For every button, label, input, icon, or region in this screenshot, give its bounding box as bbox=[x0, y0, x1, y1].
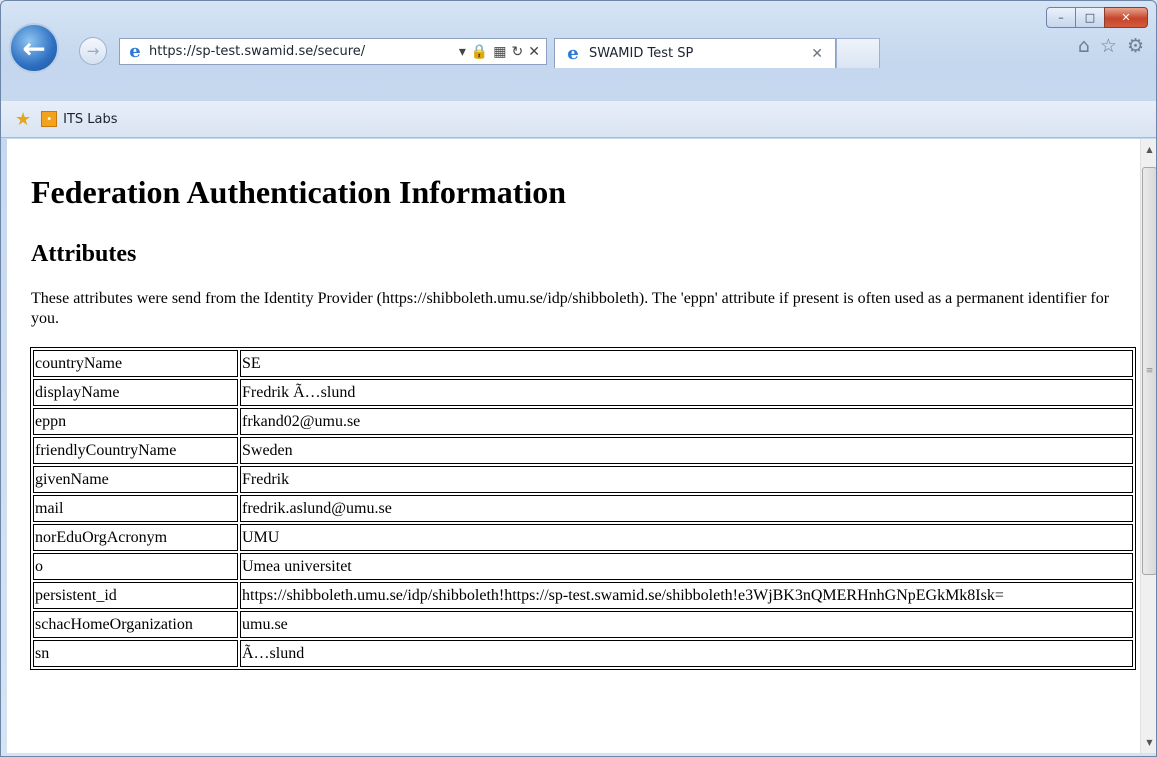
dropdown-arrow-icon[interactable]: ▾ bbox=[459, 44, 466, 60]
intro-text: These attributes were send from the Iden… bbox=[31, 290, 1110, 327]
star-icon[interactable]: ☆ bbox=[1100, 35, 1117, 57]
attribute-value: umu.se bbox=[240, 611, 1133, 638]
lock-icon[interactable]: 🔒 bbox=[471, 44, 488, 60]
vertical-scrollbar[interactable]: ▲ ≡ ▼ bbox=[1140, 139, 1156, 753]
attribute-value: fredrik.aslund@umu.se bbox=[240, 495, 1133, 522]
browser-window: – □ ✕ ← → e https://sp-test.swamid.se/se… bbox=[0, 0, 1157, 757]
attribute-name: mail bbox=[33, 495, 238, 522]
attribute-value: UMU bbox=[240, 524, 1133, 551]
tab-active[interactable]: e SWAMID Test SP ✕ bbox=[554, 38, 836, 68]
table-row: o Umea universitet bbox=[33, 553, 1133, 580]
attribute-name: countryName bbox=[33, 350, 238, 377]
page-body: Federation Authentication Information At… bbox=[7, 173, 1140, 670]
command-icons: ⌂ ☆ ⚙ bbox=[1078, 35, 1144, 57]
maximize-button[interactable]: □ bbox=[1075, 7, 1105, 28]
attribute-name: o bbox=[33, 553, 238, 580]
attribute-name: norEduOrgAcronym bbox=[33, 524, 238, 551]
attribute-name: givenName bbox=[33, 466, 238, 493]
page-viewport: Federation Authentication Information At… bbox=[7, 139, 1140, 753]
table-row: countryName SE bbox=[33, 350, 1133, 377]
table-row: givenName Fredrik bbox=[33, 466, 1133, 493]
table-row: norEduOrgAcronym UMU bbox=[33, 524, 1133, 551]
attribute-value: frkand02@umu.se bbox=[240, 408, 1133, 435]
attribute-value: Fredrik Ã…slund bbox=[240, 379, 1133, 406]
ie-page-icon: e bbox=[129, 41, 141, 62]
attributes-table: countryName SE displayName Fredrik Ã…slund… bbox=[30, 347, 1136, 670]
home-icon[interactable]: ⌂ bbox=[1078, 35, 1090, 57]
minimize-button[interactable]: – bbox=[1046, 7, 1076, 28]
favorite-item-its-labs[interactable]: ITS Labs bbox=[63, 112, 117, 127]
attribute-name: eppn bbox=[33, 408, 238, 435]
back-button[interactable]: ← bbox=[9, 23, 59, 73]
table-row: schacHomeOrganization umu.se bbox=[33, 611, 1133, 638]
attribute-name: friendlyCountryName bbox=[33, 437, 238, 464]
attribute-value: https://shibboleth.umu.se/idp/shibboleth… bbox=[240, 582, 1133, 609]
attribute-name: schacHomeOrganization bbox=[33, 611, 238, 638]
forward-arrow-icon: → bbox=[86, 42, 100, 60]
attribute-name: displayName bbox=[33, 379, 238, 406]
gear-icon[interactable]: ⚙ bbox=[1127, 35, 1144, 57]
stop-icon[interactable]: ✕ bbox=[528, 44, 540, 60]
address-tools: ▾ 🔒 ▦ ↻ ✕ bbox=[454, 44, 546, 60]
address-url[interactable]: https://sp-test.swamid.se/secure/ bbox=[149, 44, 454, 59]
feed-icon: • bbox=[41, 111, 58, 127]
attribute-value: Umea universitet bbox=[240, 553, 1133, 580]
scroll-up-icon[interactable]: ▲ bbox=[1141, 141, 1156, 158]
section-heading: Attributes bbox=[31, 241, 137, 267]
forward-button[interactable]: → bbox=[79, 37, 107, 65]
new-tab-button[interactable] bbox=[836, 38, 880, 68]
table-row: mail fredrik.aslund@umu.se bbox=[33, 495, 1133, 522]
attribute-value: Fredrik bbox=[240, 466, 1133, 493]
scrollbar-thumb[interactable]: ≡ bbox=[1142, 167, 1156, 575]
ie-tab-icon: e bbox=[567, 43, 579, 64]
back-arrow-icon: ← bbox=[22, 31, 46, 65]
table-row: eppn frkand02@umu.se bbox=[33, 408, 1133, 435]
attribute-value: Ã…slund bbox=[240, 640, 1133, 667]
tab-title: SWAMID Test SP bbox=[589, 46, 694, 61]
table-row: displayName Fredrik Ã…slund bbox=[33, 379, 1133, 406]
address-bar[interactable]: e https://sp-test.swamid.se/secure/ ▾ 🔒 … bbox=[119, 38, 547, 65]
table-row: sn Ã…slund bbox=[33, 640, 1133, 667]
page-title: Federation Authentication Information bbox=[31, 174, 567, 210]
scroll-down-icon[interactable]: ▼ bbox=[1141, 734, 1156, 751]
favorites-star-icon[interactable]: ★ bbox=[15, 109, 31, 130]
window-controls: – □ ✕ bbox=[1046, 7, 1148, 28]
table-row: friendlyCountryName Sweden bbox=[33, 437, 1133, 464]
favorites-bar: ★ • ITS Labs bbox=[1, 101, 1156, 138]
attribute-value: Sweden bbox=[240, 437, 1133, 464]
tab-close-icon[interactable]: ✕ bbox=[811, 46, 823, 62]
close-window-button[interactable]: ✕ bbox=[1104, 7, 1148, 28]
attribute-name: sn bbox=[33, 640, 238, 667]
table-row: persistent_id https://shibboleth.umu.se/i… bbox=[33, 582, 1133, 609]
refresh-icon[interactable]: ↻ bbox=[512, 44, 524, 60]
attribute-name: persistent_id bbox=[33, 582, 238, 609]
compatibility-view-icon[interactable]: ▦ bbox=[493, 44, 506, 60]
attribute-value: SE bbox=[240, 350, 1133, 377]
